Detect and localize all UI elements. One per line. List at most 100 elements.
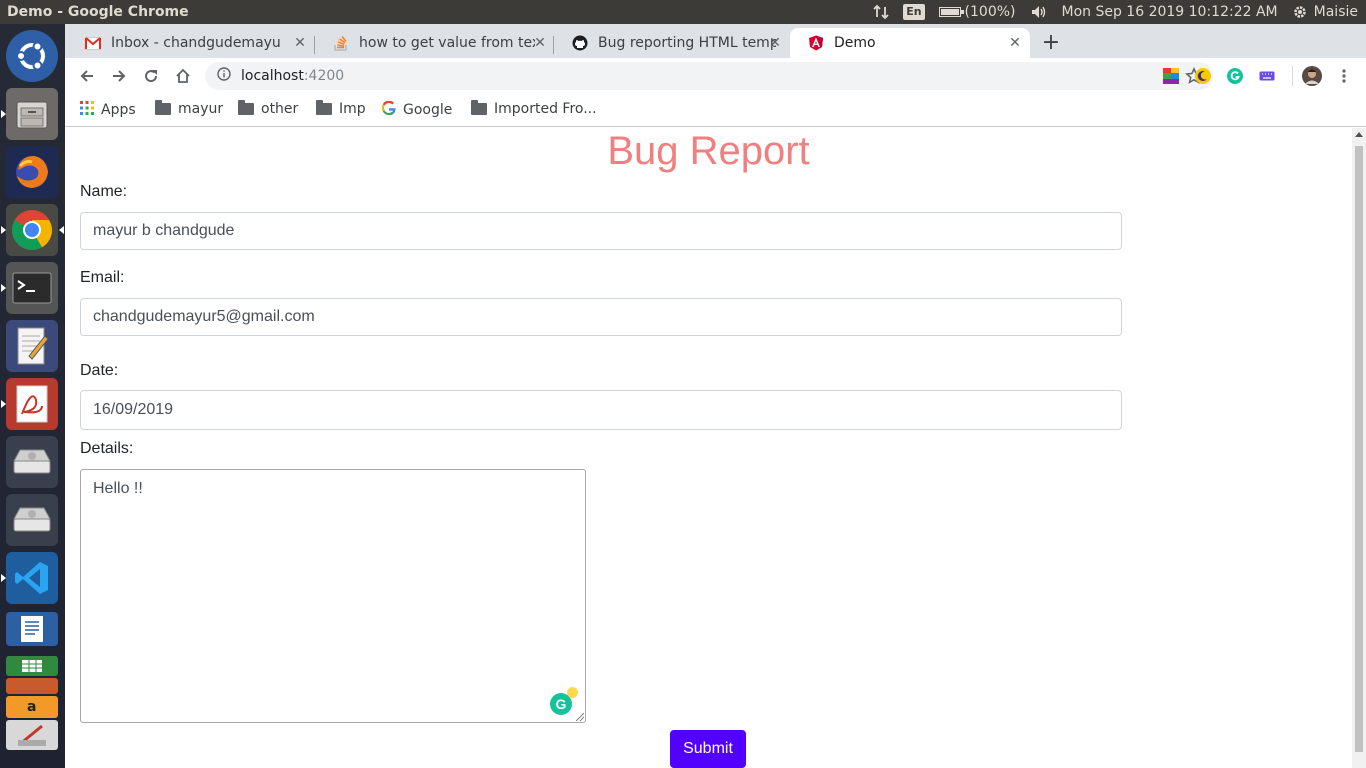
terminal-icon[interactable] <box>1 262 58 314</box>
bookmark-folder-mayur[interactable]: mayur <box>155 100 224 117</box>
arrow-left-icon <box>80 70 93 82</box>
network-icon[interactable] <box>873 4 889 20</box>
back-button[interactable] <box>75 64 99 88</box>
bookmark-label: other <box>261 101 299 117</box>
resize-handle[interactable] <box>576 713 584 721</box>
close-icon[interactable]: ✕ <box>766 34 784 52</box>
folder-icon <box>238 100 254 115</box>
session-menu[interactable]: Maisie <box>1292 4 1358 20</box>
system-top-bar: Demo - Google Chrome En (100%) Mon Sep 1… <box>0 0 1366 24</box>
dark-mode-extension-icon[interactable] <box>1195 68 1211 84</box>
drive-icon[interactable] <box>6 494 58 546</box>
tab-label: Demo <box>834 35 876 51</box>
installer-icon[interactable] <box>6 720 58 750</box>
close-icon[interactable]: ✕ <box>1006 34 1024 52</box>
page-title: Bug Report <box>607 129 810 173</box>
home-icon <box>176 68 190 83</box>
google-icon <box>381 100 396 119</box>
date-input[interactable]: 16/09/2019 <box>80 390 1122 430</box>
grammarly-icon[interactable]: G <box>550 687 578 715</box>
firefox-icon[interactable] <box>6 146 58 198</box>
gear-icon <box>1293 6 1306 18</box>
app-launcher: a <box>0 24 65 768</box>
bookmark-label: Apps <box>101 102 136 118</box>
bookmark-apps[interactable]: Apps <box>80 101 136 119</box>
reload-button[interactable] <box>139 64 163 88</box>
amazon-icon[interactable]: a <box>6 696 58 718</box>
ubuntu-dash-icon[interactable] <box>6 30 58 82</box>
bookmark-label: Imported Fro... <box>494 101 597 117</box>
tab-label: how to get value from tex <box>359 35 535 51</box>
details-textarea[interactable]: Hello !! G <box>80 469 586 723</box>
bookmark-label: Google <box>403 102 453 118</box>
url-port: :4200 <box>303 68 345 84</box>
grammarly-extension-icon[interactable] <box>1227 68 1243 84</box>
arrow-right-icon <box>113 70 126 82</box>
tab-label: Inbox - chandgudemayur5 <box>111 35 281 51</box>
input-method-indicator[interactable]: En <box>903 4 925 20</box>
vscode-icon[interactable] <box>1 552 58 604</box>
chrome-icon[interactable] <box>1 204 64 256</box>
impress-icon[interactable] <box>6 678 58 694</box>
angular-icon <box>808 35 824 51</box>
reload-icon <box>145 70 158 83</box>
profile-avatar[interactable] <box>1302 66 1322 86</box>
close-icon[interactable]: ✕ <box>291 34 309 52</box>
folder-icon <box>316 100 332 115</box>
bookmark-google[interactable]: Google <box>381 100 453 119</box>
volume-icon[interactable] <box>1030 4 1048 20</box>
gmail-icon <box>85 35 101 51</box>
info-icon[interactable] <box>217 67 231 85</box>
details-value: Hello !! <box>93 480 143 497</box>
page-viewport: Bug Report Name: mayur b chandgude Email… <box>65 128 1352 768</box>
email-value: chandgudemayur5@gmail.com <box>93 308 315 325</box>
bookmark-label: Imp <box>339 101 366 117</box>
details-label: Details: <box>80 440 134 457</box>
forward-button[interactable] <box>107 64 131 88</box>
files-icon[interactable] <box>1 88 58 140</box>
tab-github[interactable]: Bug reporting HTML temp ✕ <box>554 28 790 58</box>
bookmark-folder-imported[interactable]: Imported Fro... <box>471 100 597 117</box>
tab-stackoverflow[interactable]: how to get value from tex ✕ <box>315 28 555 58</box>
email-label: Email: <box>80 269 125 286</box>
tab-label: Bug reporting HTML temp <box>598 35 776 51</box>
bookmark-folder-other[interactable]: other <box>238 100 299 117</box>
keyboard-extension-icon[interactable] <box>1259 68 1275 84</box>
window-title: Demo - Google Chrome <box>7 4 189 20</box>
tab-gmail[interactable]: Inbox - chandgudemayur5 ✕ <box>67 28 315 58</box>
bookmark-label: mayur <box>178 101 224 117</box>
github-icon <box>572 35 588 51</box>
pdf-viewer-icon[interactable] <box>1 378 58 430</box>
menu-icon[interactable] <box>1336 68 1352 84</box>
url-host: localhost <box>241 68 304 84</box>
browser-window: Inbox - chandgudemayur5 ✕ how to get val… <box>65 24 1366 768</box>
submit-button[interactable]: Submit <box>670 730 746 768</box>
grammarly-alert-icon <box>567 687 578 698</box>
address-bar[interactable]: localhost:4200 <box>205 62 1213 90</box>
close-icon[interactable]: ✕ <box>531 34 549 52</box>
bookmarks-bar: Apps mayur other Imp Google Imported Fro… <box>65 94 1366 127</box>
name-value: mayur b chandgude <box>93 222 235 239</box>
scrollbar-thumb[interactable] <box>1355 146 1363 752</box>
drive-icon[interactable] <box>6 436 58 488</box>
battery-indicator[interactable]: (100%) <box>938 4 1016 20</box>
apps-grid-icon <box>80 101 94 119</box>
clock[interactable]: Mon Sep 16 2019 10:12:22 AM <box>1062 4 1278 20</box>
battery-percentage: (100%) <box>964 4 1016 20</box>
bookmark-folder-imp[interactable]: Imp <box>316 100 366 117</box>
new-tab-button[interactable]: + <box>1039 32 1063 56</box>
date-label: Date: <box>80 362 119 379</box>
home-button[interactable] <box>171 64 195 88</box>
scroll-up-arrow-icon[interactable] <box>1355 132 1363 137</box>
color-picker-extension-icon[interactable] <box>1163 68 1179 84</box>
calc-icon[interactable] <box>6 656 58 676</box>
page-scrollbar[interactable] <box>1352 128 1366 768</box>
text-editor-icon[interactable] <box>6 320 58 372</box>
battery-icon <box>938 7 964 17</box>
writer-icon[interactable] <box>6 612 58 646</box>
email-input[interactable]: chandgudemayur5@gmail.com <box>80 298 1122 336</box>
name-input[interactable]: mayur b chandgude <box>80 212 1122 250</box>
svg-text:a: a <box>27 699 36 715</box>
tab-demo[interactable]: Demo ✕ <box>790 28 1030 58</box>
name-label: Name: <box>80 183 128 200</box>
